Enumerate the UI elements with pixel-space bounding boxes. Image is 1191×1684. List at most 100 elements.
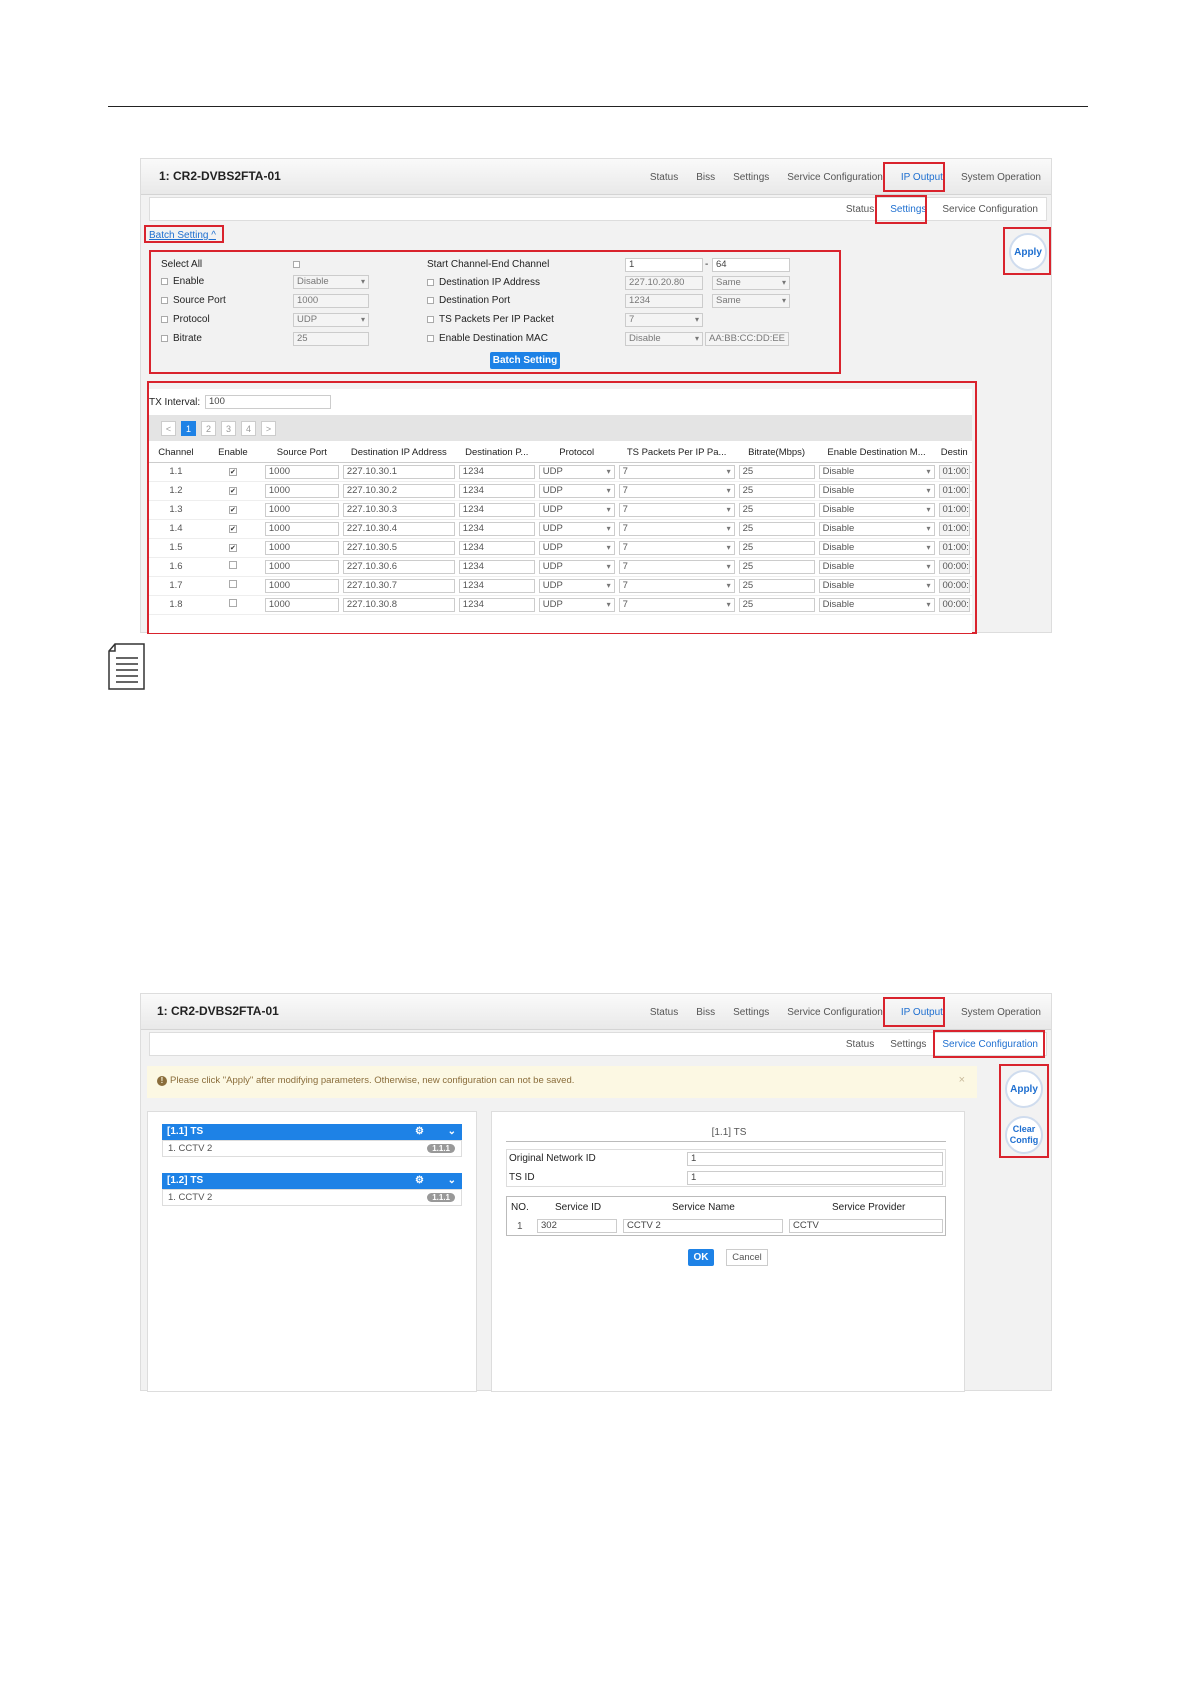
batch-mac-input[interactable]: AA:BB:CC:DD:EE [705, 332, 789, 346]
batch-dest-ip-mode-select[interactable]: Same [712, 276, 790, 290]
ts-packets-select[interactable]: 7 [618, 464, 735, 479]
batch-dest-ip-input[interactable]: 227.10.20.80 [625, 276, 703, 290]
tab-biss[interactable]: Biss [696, 1007, 715, 1018]
source-port-input[interactable]: 1000 [264, 464, 339, 479]
enable-dest-mac-select[interactable]: Disable [818, 502, 935, 517]
tab-ip-output[interactable]: IP Output [901, 1007, 943, 1018]
destination-ip-input[interactable]: 227.10.30.3 [342, 502, 455, 517]
enable-dest-mac-select[interactable]: Disable [818, 464, 935, 479]
service-name-input[interactable]: CCTV 2 [623, 1219, 783, 1233]
apply-button[interactable]: Apply [1005, 1070, 1043, 1108]
tab-system-operation[interactable]: System Operation [961, 1007, 1041, 1018]
tsid-input[interactable]: 1 [687, 1171, 943, 1185]
destination-port-input[interactable]: 1234 [458, 521, 535, 536]
protocol-select[interactable]: UDP [538, 597, 615, 612]
enable-checkbox[interactable] [228, 599, 237, 607]
select-all-checkbox[interactable] [293, 259, 305, 270]
batch-ts-packets-row[interactable]: TS Packets Per IP Packet [427, 314, 554, 325]
page-1-button[interactable]: 1 [181, 421, 196, 436]
batch-enable-mac-row[interactable]: Enable Destination MAC [427, 333, 548, 344]
batch-ts-packets-select[interactable]: 7 [625, 313, 703, 327]
page-prev-button[interactable]: < [161, 421, 176, 436]
source-port-input[interactable]: 1000 [264, 502, 339, 517]
tab-ip-output[interactable]: IP Output [901, 172, 943, 183]
source-port-input[interactable]: 1000 [264, 521, 339, 536]
destination-ip-input[interactable]: 227.10.30.1 [342, 464, 455, 479]
tab-biss[interactable]: Biss [696, 172, 715, 183]
service-provider-input[interactable]: CCTV [789, 1219, 943, 1233]
bitrate-input[interactable]: 25 [738, 540, 815, 555]
ts-packets-select[interactable]: 7 [618, 540, 735, 555]
destination-mac-input[interactable]: 01:00: [938, 521, 970, 536]
tab-service-configuration[interactable]: Service Configuration [787, 172, 883, 183]
enable-checkbox[interactable] [228, 561, 237, 569]
tab-system-operation[interactable]: System Operation [961, 172, 1041, 183]
page-4-button[interactable]: 4 [241, 421, 256, 436]
close-icon[interactable]: × [959, 1074, 965, 1086]
ts-packets-select[interactable]: 7 [618, 521, 735, 536]
batch-protocol-select[interactable]: UDP [293, 313, 369, 327]
batch-bitrate-row[interactable]: Bitrate [161, 333, 202, 344]
batch-setting-button[interactable]: Batch Setting [490, 352, 560, 369]
bitrate-input[interactable]: 25 [738, 464, 815, 479]
batch-dest-ip-row[interactable]: Destination IP Address [427, 277, 540, 288]
batch-enable-mac-select[interactable]: Disable [625, 332, 703, 346]
batch-enable-select[interactable]: Disable [293, 275, 369, 289]
ts-group-header[interactable]: [1.1] TS ⚙ ⌄ [162, 1124, 462, 1140]
bitrate-input[interactable]: 25 [738, 521, 815, 536]
end-channel-input[interactable]: 64 [712, 258, 790, 272]
bitrate-input[interactable]: 25 [738, 559, 815, 574]
source-port-input[interactable]: 1000 [264, 483, 339, 498]
ts-group-header[interactable]: [1.2] TS ⚙ ⌄ [162, 1173, 462, 1189]
cancel-button[interactable]: Cancel [726, 1249, 768, 1266]
protocol-select[interactable]: UDP [538, 483, 615, 498]
source-port-input[interactable]: 1000 [264, 578, 339, 593]
bitrate-input[interactable]: 25 [738, 502, 815, 517]
enable-checkbox[interactable]: ✔ [228, 525, 237, 533]
tab-settings[interactable]: Settings [733, 1007, 769, 1018]
destination-port-input[interactable]: 1234 [458, 578, 535, 593]
destination-port-input[interactable]: 1234 [458, 597, 535, 612]
gear-icon[interactable]: ⚙ [415, 1124, 424, 1140]
batch-protocol-row[interactable]: Protocol [161, 314, 210, 325]
protocol-select[interactable]: UDP [538, 578, 615, 593]
destination-port-input[interactable]: 1234 [458, 483, 535, 498]
subtab-service-configuration[interactable]: Service Configuration [942, 204, 1038, 215]
batch-enable-row[interactable]: Enable [161, 276, 204, 287]
enable-dest-mac-select[interactable]: Disable [818, 540, 935, 555]
bitrate-input[interactable]: 25 [738, 578, 815, 593]
destination-mac-input[interactable]: 00:00: [938, 559, 970, 574]
enable-checkbox[interactable]: ✔ [228, 544, 237, 552]
tab-settings[interactable]: Settings [733, 172, 769, 183]
tab-status[interactable]: Status [650, 172, 678, 183]
protocol-select[interactable]: UDP [538, 464, 615, 479]
batch-dest-port-mode-select[interactable]: Same [712, 294, 790, 308]
enable-dest-mac-select[interactable]: Disable [818, 559, 935, 574]
destination-ip-input[interactable]: 227.10.30.5 [342, 540, 455, 555]
destination-port-input[interactable]: 1234 [458, 559, 535, 574]
destination-mac-input[interactable]: 00:00: [938, 597, 970, 612]
enable-dest-mac-select[interactable]: Disable [818, 483, 935, 498]
page-next-button[interactable]: > [261, 421, 276, 436]
subtab-settings[interactable]: Settings [890, 204, 926, 215]
source-port-input[interactable]: 1000 [264, 559, 339, 574]
batch-bitrate-input[interactable]: 25 [293, 332, 369, 346]
subtab-status[interactable]: Status [846, 204, 874, 215]
enable-checkbox[interactable]: ✔ [228, 468, 237, 476]
clear-config-button[interactable]: Clear Config [1005, 1116, 1043, 1154]
ts-packets-select[interactable]: 7 [618, 502, 735, 517]
destination-mac-input[interactable]: 01:00: [938, 502, 970, 517]
ts-packets-select[interactable]: 7 [618, 483, 735, 498]
service-id-input[interactable]: 302 [537, 1219, 617, 1233]
start-channel-input[interactable]: 1 [625, 258, 703, 272]
protocol-select[interactable]: UDP [538, 540, 615, 555]
batch-source-port-input[interactable]: 1000 [293, 294, 369, 308]
destination-ip-input[interactable]: 227.10.30.7 [342, 578, 455, 593]
subtab-service-configuration[interactable]: Service Configuration [942, 1039, 1038, 1050]
bitrate-input[interactable]: 25 [738, 483, 815, 498]
protocol-select[interactable]: UDP [538, 502, 615, 517]
list-item[interactable]: 1. CCTV 2 1.1.1 [162, 1189, 462, 1206]
bitrate-input[interactable]: 25 [738, 597, 815, 612]
destination-mac-input[interactable]: 01:00: [938, 464, 970, 479]
ts-packets-select[interactable]: 7 [618, 597, 735, 612]
